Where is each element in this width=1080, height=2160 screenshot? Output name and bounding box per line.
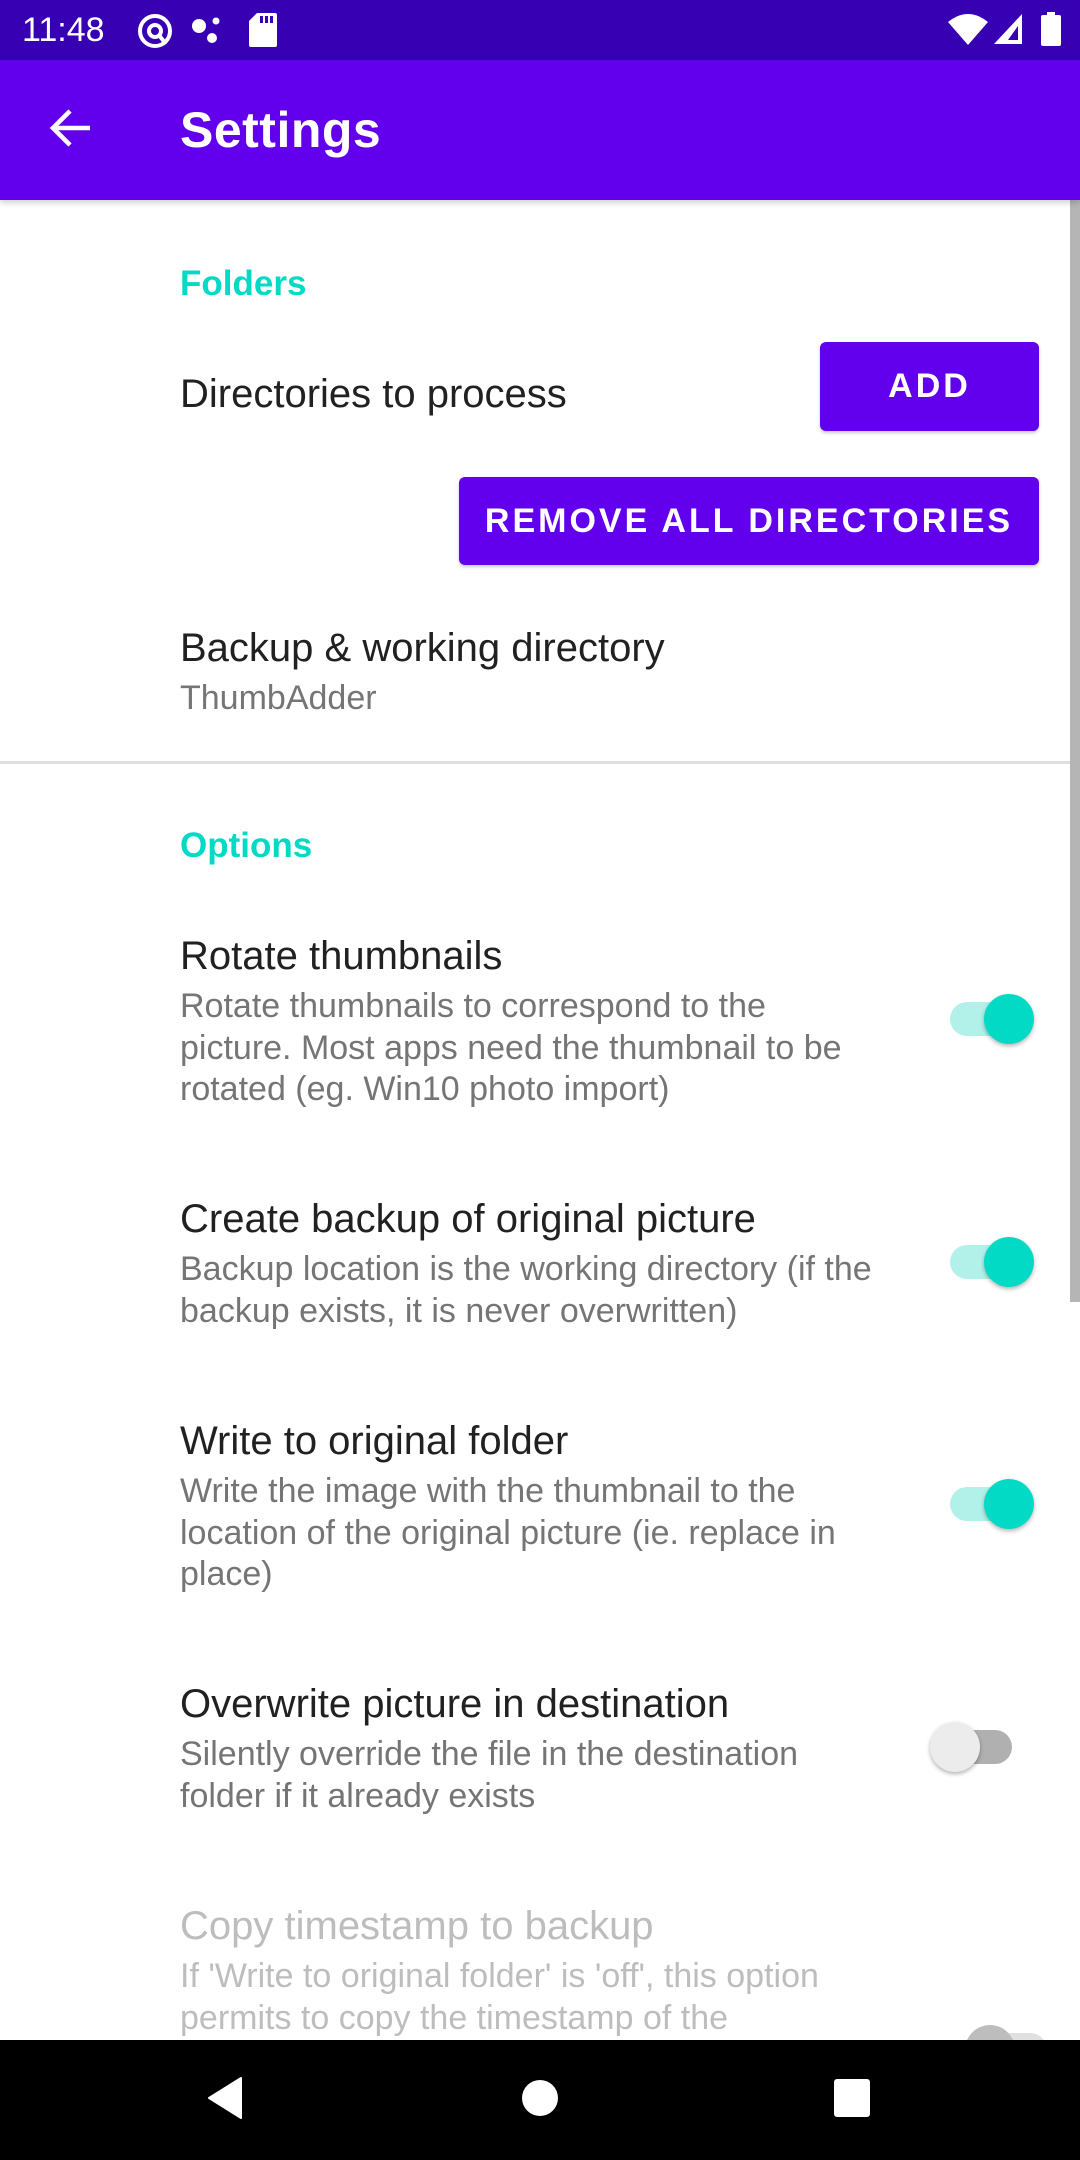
remove-all-directories-button-label: REMOVE ALL DIRECTORIES bbox=[484, 501, 1014, 540]
pref-title: Rotate thumbnails bbox=[180, 934, 503, 978]
backup-directory-title: Backup & working directory bbox=[180, 626, 665, 670]
pref-title: Copy timestamp to backup bbox=[180, 1904, 654, 1948]
nav-recents-icon bbox=[833, 2078, 871, 2123]
pref-summary: If 'Write to original folder' is 'off', … bbox=[180, 1957, 819, 2037]
pref-summary: Rotate thumbnails to correspond to the p… bbox=[180, 987, 842, 1108]
status-bar: 11:48 bbox=[0, 0, 1080, 60]
rotate-thumbnails-switch[interactable] bbox=[930, 989, 1040, 1049]
nav-back-button[interactable] bbox=[175, 2060, 275, 2140]
status-time: 11:48 bbox=[22, 11, 105, 49]
pref-summary: Backup location is the working directory… bbox=[180, 1250, 872, 1330]
at-sign-notification-icon bbox=[136, 12, 174, 50]
page-title: Settings bbox=[180, 102, 382, 158]
scrollbar[interactable] bbox=[1070, 200, 1080, 1302]
wifi-icon bbox=[948, 12, 988, 46]
create-backup-switch[interactable] bbox=[930, 1232, 1040, 1292]
add-directory-button-label: ADD bbox=[888, 367, 971, 405]
switch-thumb bbox=[984, 1479, 1034, 1529]
directories-to-process-label: Directories to process bbox=[180, 372, 567, 416]
add-directory-button[interactable]: ADD bbox=[820, 342, 1039, 431]
backup-directory-value: ThumbAdder bbox=[180, 679, 377, 717]
assistant-dots-icon bbox=[190, 12, 226, 50]
pref-title: Overwrite picture in destination bbox=[180, 1682, 730, 1726]
app-toolbar: Settings bbox=[0, 60, 1080, 200]
nav-home-icon bbox=[521, 2079, 559, 2122]
pref-title: Create backup of original picture bbox=[180, 1197, 756, 1241]
nav-recents-button[interactable] bbox=[802, 2060, 902, 2140]
switch-thumb bbox=[984, 994, 1034, 1044]
pref-summary: Write the image with the thumbnail to th… bbox=[180, 1472, 836, 1593]
switch-thumb bbox=[930, 1722, 980, 1772]
remove-all-directories-button[interactable]: REMOVE ALL DIRECTORIES bbox=[459, 477, 1039, 565]
section-header-folders: Folders bbox=[180, 264, 307, 303]
settings-screen: 11:48 Settings Folders Directories to pr… bbox=[0, 0, 1080, 2160]
system-nav-bar bbox=[0, 2040, 1080, 2160]
battery-icon bbox=[1040, 12, 1062, 46]
overwrite-in-destination-switch[interactable] bbox=[920, 1717, 1030, 1777]
nav-back-icon bbox=[205, 2076, 245, 2125]
arrow-back-icon bbox=[48, 106, 92, 155]
write-to-original-folder-switch[interactable] bbox=[930, 1474, 1040, 1534]
section-header-options: Options bbox=[180, 826, 313, 865]
back-button[interactable] bbox=[30, 90, 110, 170]
pref-summary: Silently override the file in the destin… bbox=[180, 1735, 799, 1815]
nav-home-button[interactable] bbox=[490, 2060, 590, 2140]
sd-card-icon bbox=[248, 12, 278, 48]
switch-thumb bbox=[984, 1237, 1034, 1287]
cell-signal-icon bbox=[992, 12, 1024, 46]
pref-title: Write to original folder bbox=[180, 1419, 569, 1463]
section-divider bbox=[0, 761, 1080, 764]
